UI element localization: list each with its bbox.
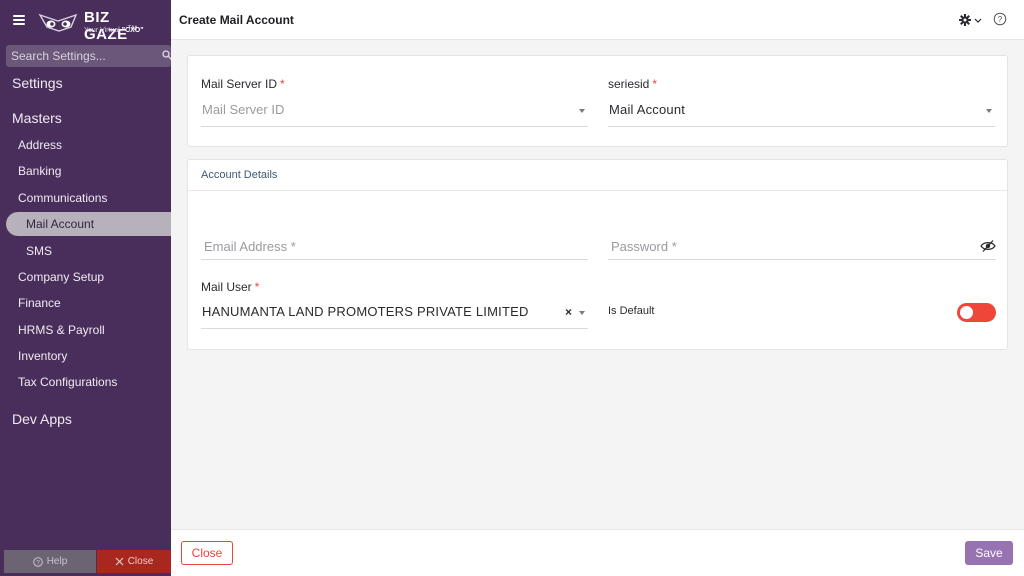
sidebar-help-label: Help bbox=[46, 556, 68, 567]
bizgaze-logo: BIZ GAZETM Your Virtual "CXO" bbox=[38, 8, 156, 43]
toggle-knob bbox=[960, 306, 973, 319]
sidebar-item-tax-configurations[interactable]: Tax Configurations bbox=[18, 375, 117, 389]
settings-search bbox=[6, 45, 172, 67]
hamburger-menu-icon[interactable] bbox=[13, 15, 25, 25]
settings-search-input[interactable] bbox=[6, 45, 156, 67]
sidebar-item-hrms-payroll[interactable]: HRMS & Payroll bbox=[18, 323, 105, 337]
sidebar: BIZ GAZETM Your Virtual "CXO" Settings M… bbox=[0, 0, 172, 576]
mail-user-label: Mail User * bbox=[201, 280, 260, 294]
sidebar-heading-masters[interactable]: Masters bbox=[12, 110, 62, 126]
mail-server-id-placeholder: Mail Server ID bbox=[202, 102, 285, 117]
close-icon bbox=[115, 557, 124, 566]
sidebar-item-company-setup[interactable]: Company Setup bbox=[18, 270, 104, 284]
owl-eyes-logo-icon bbox=[38, 13, 78, 32]
mail-server-id-label: Mail Server ID * bbox=[201, 77, 285, 91]
brand-tagline: Your Virtual "CXO" bbox=[84, 27, 144, 34]
svg-text:?: ? bbox=[36, 559, 40, 566]
seriesid-value: Mail Account bbox=[609, 102, 686, 117]
clear-selection-icon[interactable]: × bbox=[565, 305, 572, 319]
seriesid-label: seriesid * bbox=[608, 77, 658, 91]
account-details-card: Account Details Mail User* HANUMANTA LAN… bbox=[187, 159, 1008, 350]
sidebar-item-sms[interactable]: SMS bbox=[26, 244, 52, 258]
page-title: Create Mail Account bbox=[179, 13, 294, 27]
email-address-input[interactable] bbox=[201, 234, 588, 258]
close-button[interactable]: Close bbox=[181, 541, 233, 565]
form-footer: Close Save bbox=[171, 529, 1024, 576]
brand-name: BIZ GAZETM bbox=[84, 9, 138, 43]
sidebar-item-label: Mail Account bbox=[26, 217, 95, 231]
mail-user-value: HANUMANTA LAND PROMOTERS PRIVATE LIMITED bbox=[202, 304, 529, 319]
sidebar-item-mail-account[interactable]: Mail Account bbox=[6, 212, 171, 236]
gear-icon bbox=[959, 14, 971, 26]
sidebar-close-label: Close bbox=[127, 556, 154, 567]
section-title-account-details: Account Details bbox=[201, 169, 278, 181]
sidebar-close-button[interactable]: Close bbox=[97, 550, 171, 573]
sidebar-footer: ? Help Close bbox=[0, 550, 171, 576]
is-default-label: Is Default bbox=[608, 305, 655, 317]
mail-server-card: Mail Server ID * Mail Server ID seriesid *… bbox=[187, 55, 1008, 147]
sidebar-item-inventory[interactable]: Inventory bbox=[18, 349, 67, 363]
sidebar-item-finance[interactable]: Finance bbox=[18, 296, 61, 310]
password-field bbox=[608, 234, 996, 260]
is-default-toggle[interactable] bbox=[957, 303, 996, 322]
save-button[interactable]: Save bbox=[965, 541, 1013, 565]
mail-user-select[interactable]: HANUMANTA LAND PROMOTERS PRIVATE LIMITED… bbox=[201, 295, 588, 329]
sidebar-heading-settings[interactable]: Settings bbox=[12, 75, 63, 91]
email-address-field bbox=[201, 234, 588, 260]
sidebar-item-banking[interactable]: Banking bbox=[18, 164, 61, 178]
sidebar-heading-dev-apps[interactable]: Dev Apps bbox=[12, 411, 72, 427]
seriesid-select[interactable]: Mail Account bbox=[608, 93, 995, 127]
sidebar-help-button[interactable]: ? Help bbox=[4, 550, 96, 573]
section-divider bbox=[188, 190, 1007, 191]
chevron-down-icon bbox=[974, 18, 982, 23]
sidebar-header: BIZ GAZETM Your Virtual "CXO" bbox=[0, 0, 171, 43]
dropdown-caret-icon bbox=[986, 109, 992, 113]
main-content: Create Mail Account ? Mail Server ID * M… bbox=[171, 0, 1024, 576]
sidebar-item-communications[interactable]: Communications bbox=[18, 191, 107, 205]
svg-text:?: ? bbox=[998, 15, 1003, 24]
sidebar-item-address[interactable]: Address bbox=[18, 138, 62, 152]
settings-dropdown[interactable] bbox=[959, 13, 983, 27]
question-circle-icon: ? bbox=[32, 556, 43, 567]
dropdown-caret-icon bbox=[579, 109, 585, 113]
page-header: Create Mail Account ? bbox=[171, 0, 1024, 40]
eye-slash-icon[interactable] bbox=[980, 239, 996, 253]
help-circle-icon[interactable]: ? bbox=[993, 12, 1007, 26]
mail-server-id-select[interactable]: Mail Server ID bbox=[201, 93, 588, 127]
password-input[interactable] bbox=[608, 234, 968, 258]
dropdown-caret-icon bbox=[579, 311, 585, 315]
